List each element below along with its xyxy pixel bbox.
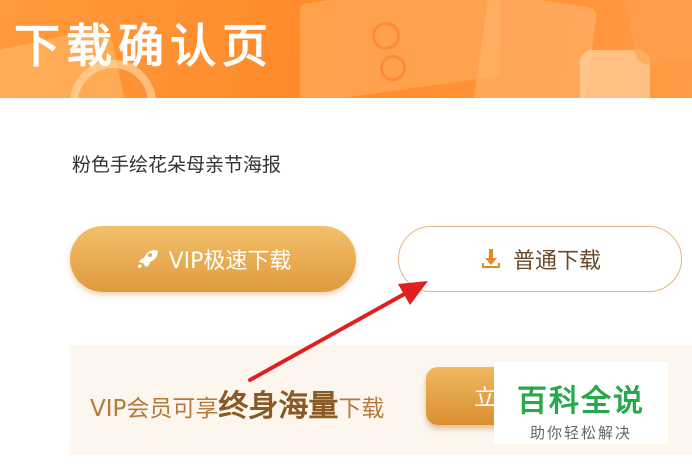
download-icon	[479, 247, 503, 271]
banner-decoration	[372, 22, 400, 50]
normal-download-button[interactable]: 普通下载	[398, 226, 682, 292]
vip-download-label: VIP极速下载	[168, 249, 292, 274]
rocket-icon	[135, 247, 159, 271]
header-banner: 下载确认页	[0, 0, 692, 98]
watermark-subtitle: 助你轻松解决	[529, 424, 632, 442]
page-title: 下载确认页	[14, 19, 274, 73]
vip-download-button[interactable]: VIP极速下载	[70, 226, 356, 292]
normal-download-label: 普通下载	[512, 249, 601, 274]
banner-decoration	[380, 55, 406, 81]
watermark-title: 百科全说	[517, 384, 645, 419]
banner-decoration	[472, 0, 598, 98]
file-name: 粉色手绘花朵母亲节海报	[72, 154, 282, 176]
envelope-decoration	[300, 0, 500, 98]
promo-text: VIP会员可享终身海量下载	[90, 381, 384, 425]
promo-button-label: 立	[474, 386, 497, 411]
promo-prefix: VIP会员可享	[90, 396, 219, 422]
promo-suffix: 下载	[338, 396, 385, 422]
watermark-logo: 百科全说 助你轻松解决	[494, 362, 668, 444]
promo-highlight: 终身海量	[218, 389, 339, 424]
